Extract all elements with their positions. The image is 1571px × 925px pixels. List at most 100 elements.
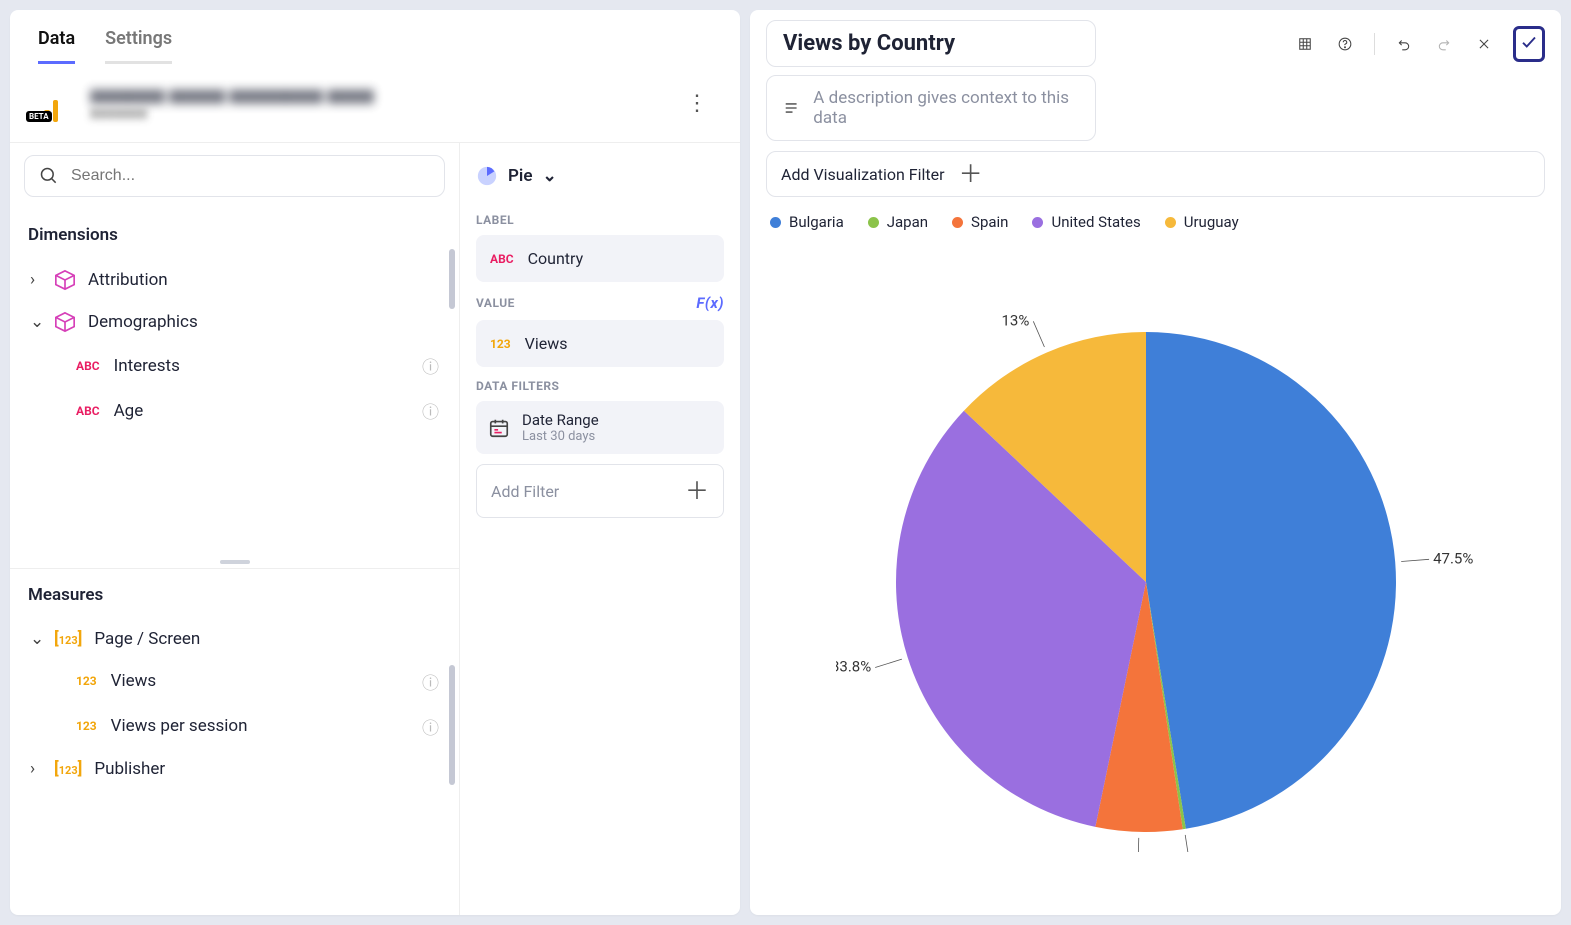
datasource-title: ▮▮▮▮▮▮▮▮ ▮▮▮▮▮▮ ▮▮▮▮▮▮▮▮▮▮ ▮▮▮▮▮ (90, 86, 374, 106)
info-icon[interactable]: ⓘ (422, 398, 439, 423)
viz-title-input[interactable]: Views by Country (766, 20, 1096, 67)
resize-handle[interactable] (220, 560, 250, 564)
label-field-text: Country (528, 249, 584, 268)
dim-group-demographics[interactable]: ⌄ Demographics (24, 301, 445, 343)
viz-header: Views by Country (766, 20, 1545, 67)
add-filter-button[interactable]: Add Filter ＋ (476, 464, 724, 518)
legend-item[interactable]: Bulgaria (770, 213, 844, 231)
fields-column: Dimensions › Attribution ⌄ Demographics … (10, 143, 460, 915)
chart-area: Bulgaria Japan Spain United States Uruguay 4… (766, 197, 1545, 905)
plus-icon: ＋ (685, 479, 709, 503)
datasource-subtitle: ▮▮▮▮▮▮▮▮ (90, 106, 374, 121)
fx-button[interactable]: F(x) (696, 294, 724, 312)
number-icon: 123 (76, 719, 97, 733)
legend-item[interactable]: Spain (952, 213, 1008, 231)
separator (1374, 33, 1375, 55)
left-panel: Data Settings BETA ▮▮▮▮▮▮▮▮ ▮▮▮▮▮▮ ▮▮▮▮▮… (10, 10, 740, 915)
meas-group-page[interactable]: ⌄ [123] Page / Screen (24, 619, 445, 659)
add-viz-filter-button[interactable]: Add Visualization Filter ＋ (766, 151, 1545, 197)
help-icon[interactable] (1334, 33, 1356, 55)
conf-value-heading: VALUE (476, 296, 515, 310)
date-filter-subtitle: Last 30 days (522, 429, 599, 444)
dim-group-attribution[interactable]: › Attribution (24, 259, 445, 301)
right-panel: Views by Country A description gives con… (750, 10, 1561, 915)
date-range-filter[interactable]: Date Range Last 30 days (476, 401, 724, 454)
search-icon (39, 166, 59, 186)
measures-heading: Measures (28, 585, 441, 605)
description-placeholder: A description gives context to this data (813, 88, 1079, 128)
legend: Bulgaria Japan Spain United States Uruguay (766, 207, 1545, 239)
chevron-down-icon: ⌄ (30, 629, 54, 649)
add-viz-filter-label: Add Visualization Filter (781, 165, 945, 184)
datasource-title-block: ▮▮▮▮▮▮▮▮ ▮▮▮▮▮▮ ▮▮▮▮▮▮▮▮▮▮ ▮▮▮▮▮ ▮▮▮▮▮▮▮… (90, 86, 374, 121)
dim-field-label: Age (114, 401, 144, 421)
value-field-text: Views (525, 334, 568, 353)
label-field-chip[interactable]: ABC Country (476, 235, 724, 282)
abc-icon: ABC (76, 404, 100, 418)
meas-group-publisher[interactable]: › [123] Publisher (24, 749, 445, 789)
legend-item[interactable]: Uruguay (1165, 213, 1239, 231)
pie-label: 13% (1001, 311, 1029, 329)
date-filter-title: Date Range (522, 411, 599, 429)
close-icon[interactable] (1473, 33, 1495, 55)
pie-chart: 47.5%0.2%5.6%33.8%13% (766, 239, 1545, 905)
info-icon[interactable]: ⓘ (422, 353, 439, 378)
config-column: Pie ⌄ LABEL ABC Country VALUE F(x) 123 V… (460, 143, 740, 915)
abc-icon: ABC (490, 252, 514, 266)
scrollbar[interactable] (449, 665, 455, 785)
number-group-icon: [123] (54, 759, 82, 779)
analytics-icon: BETA (36, 86, 76, 122)
viz-type-label: Pie (508, 166, 532, 186)
info-icon[interactable]: ⓘ (422, 669, 439, 694)
dim-field-label: Interests (114, 356, 180, 376)
chevron-down-icon: ⌄ (30, 312, 54, 332)
undo-icon[interactable] (1393, 33, 1415, 55)
abc-icon: ABC (76, 359, 100, 373)
chevron-right-icon: › (30, 270, 54, 290)
pie-icon (476, 165, 498, 187)
chevron-right-icon: › (30, 759, 54, 779)
description-icon (783, 99, 799, 117)
measures-area: Measures ⌄ [123] Page / Screen 123 Views… (10, 568, 459, 916)
pie-label: 47.5% (1433, 549, 1473, 567)
dimensions-heading: Dimensions (28, 225, 441, 245)
search-box[interactable] (24, 155, 445, 197)
legend-item[interactable]: United States (1032, 213, 1140, 231)
check-icon (1520, 33, 1538, 51)
dimensions-area: Dimensions › Attribution ⌄ Demographics … (10, 209, 459, 556)
confirm-button[interactable] (1513, 26, 1545, 62)
plus-icon: ＋ (959, 162, 983, 186)
value-field-chip[interactable]: 123 Views (476, 320, 724, 367)
dim-field-age[interactable]: ABC Age ⓘ (24, 388, 445, 433)
datasource-header: BETA ▮▮▮▮▮▮▮▮ ▮▮▮▮▮▮ ▮▮▮▮▮▮▮▮▮▮ ▮▮▮▮▮ ▮▮… (10, 65, 740, 142)
search-input[interactable] (69, 166, 430, 186)
dim-group-label: Attribution (88, 270, 168, 290)
meas-field-views-per-session[interactable]: 123 Views per session ⓘ (24, 704, 445, 749)
meas-field-label: Views (111, 671, 157, 691)
meas-field-views[interactable]: 123 Views ⓘ (24, 659, 445, 704)
meas-group-label: Page / Screen (94, 629, 200, 649)
pie-label: 33.8% (836, 658, 871, 676)
toolbar (1294, 26, 1545, 62)
grid-icon[interactable] (1294, 33, 1316, 55)
number-icon: 123 (76, 674, 97, 688)
number-icon: 123 (490, 337, 511, 351)
meas-group-label: Publisher (94, 759, 165, 779)
conf-filters-heading: DATA FILTERS (476, 379, 559, 393)
add-filter-label: Add Filter (491, 482, 559, 501)
dim-group-label: Demographics (88, 312, 198, 332)
description-input[interactable]: A description gives context to this data (766, 75, 1096, 141)
info-icon[interactable]: ⓘ (422, 714, 439, 739)
tab-data[interactable]: Data (38, 28, 75, 64)
cube-icon (54, 269, 76, 291)
tabs-row: Data Settings (10, 10, 740, 65)
tab-settings[interactable]: Settings (105, 28, 172, 64)
pie-slice[interactable] (1146, 332, 1396, 829)
scrollbar[interactable] (449, 249, 455, 309)
legend-item[interactable]: Japan (868, 213, 928, 231)
viz-type-dropdown[interactable]: Pie ⌄ (476, 161, 724, 201)
redo-icon[interactable] (1433, 33, 1455, 55)
beta-badge: BETA (26, 111, 52, 122)
datasource-more-icon[interactable]: ⋮ (680, 85, 714, 122)
dim-field-interests[interactable]: ABC Interests ⓘ (24, 343, 445, 388)
